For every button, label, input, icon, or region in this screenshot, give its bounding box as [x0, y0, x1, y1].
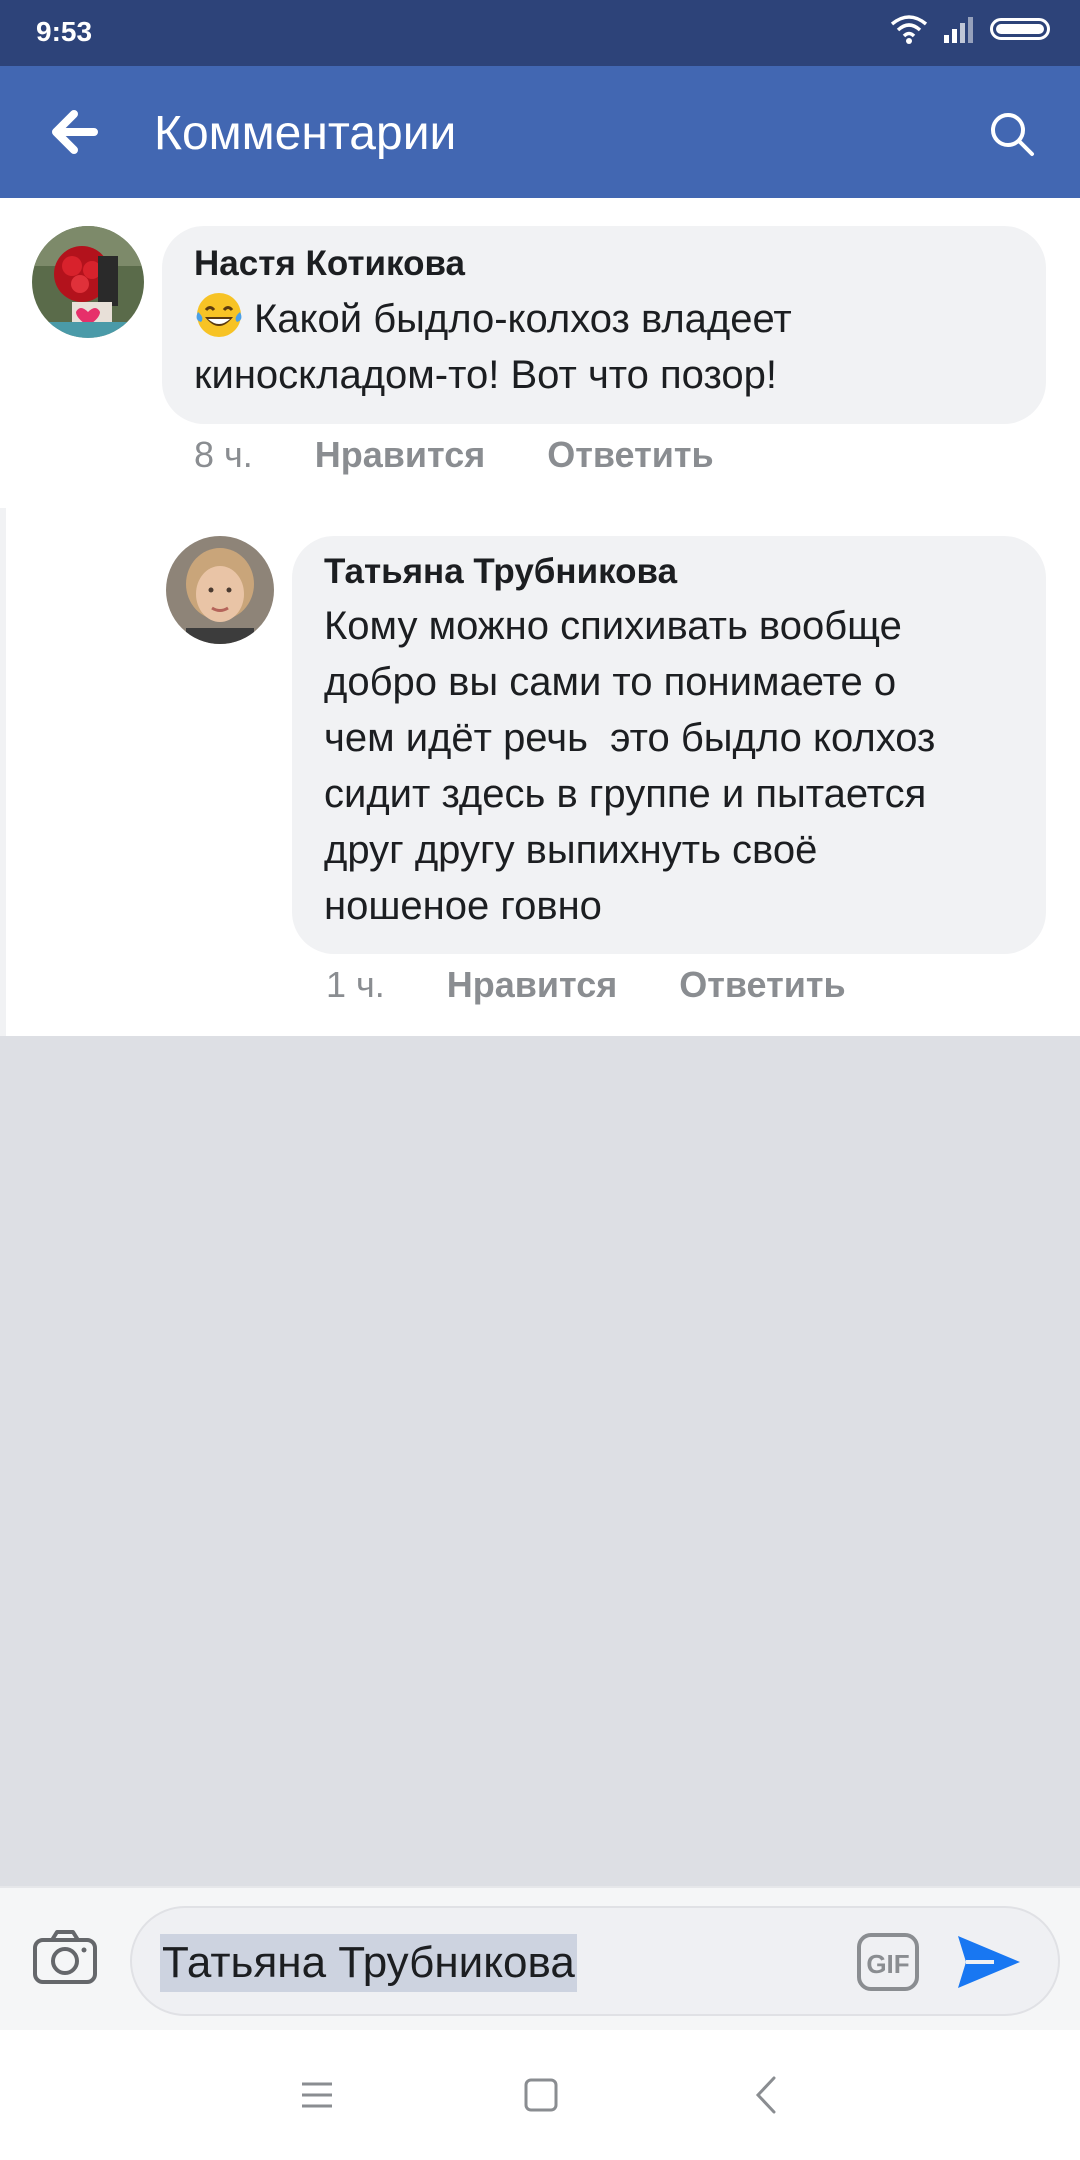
like-button[interactable]: Нравится [315, 434, 485, 476]
comment-text-content: Какой быдло-колхоз владеет киноскладом-т… [194, 297, 792, 397]
comment-input[interactable]: Татьяна Трубникова GIF [130, 1906, 1060, 2016]
search-button[interactable] [984, 106, 1040, 162]
send-icon [958, 1936, 1020, 1988]
camera-button[interactable] [32, 1928, 98, 1986]
signal-icon [944, 17, 973, 43]
app-bar: Комментарии [0, 66, 1080, 198]
comment-bubble: Настя Котикова Какой быдло-колхоз владее… [162, 226, 1046, 424]
reply-button[interactable]: Ответить [679, 964, 845, 1006]
comments-list: Настя Котикова Какой быдло-колхоз владее… [0, 198, 1080, 1036]
comment-time: 1 ч. [326, 964, 385, 1005]
comment-line: сидит здесь в группе и пытается [324, 772, 927, 816]
camera-icon [33, 1930, 97, 1984]
comment-time: 8 ч. [194, 434, 253, 475]
page-title: Комментарии [154, 107, 457, 160]
comment-line: добро вы сами то понимаете о [324, 660, 897, 704]
reply-button[interactable]: Ответить [547, 434, 713, 476]
chevron-left-icon [755, 2076, 776, 2114]
comment-line: чем идёт речь это быдло колхоз [324, 716, 936, 760]
gif-button[interactable]: GIF [856, 1932, 920, 1992]
wifi-icon [890, 15, 928, 44]
search-icon [991, 113, 1034, 156]
comment-line: Кому можно спихивать вообще [324, 604, 902, 648]
comment-author[interactable]: Татьяна Трубникова [324, 552, 1014, 592]
comment-composer: Татьяна Трубникова GIF [0, 1886, 1080, 2032]
send-button[interactable] [954, 1930, 1024, 1994]
laughing-tears-emoji-icon [196, 293, 242, 337]
status-icons [890, 14, 1050, 44]
reply-thread-line [0, 508, 6, 1036]
back-button[interactable] [44, 102, 108, 162]
comment-meta: 1 ч. Нравится Ответить [326, 964, 846, 1006]
menu-nav-button[interactable] [292, 2070, 342, 2120]
system-nav-bar [0, 2030, 1080, 2160]
battery-icon [990, 18, 1050, 40]
gif-label: GIF [866, 1949, 909, 1979]
comment-line: друг другу выпихнуть своё [324, 828, 818, 872]
status-bar: 9:53 [0, 0, 1080, 66]
gif-icon: GIF [857, 1933, 919, 1991]
square-icon [524, 2078, 558, 2112]
back-nav-button[interactable] [742, 2070, 792, 2120]
comment-text: Какой быдло-колхоз владеет киноскладом-т… [194, 290, 1014, 403]
comment-line: ношеное говно [324, 884, 602, 928]
comment-input-value[interactable]: Татьяна Трубникова [160, 1934, 577, 1992]
comment-text: Кому можно спихивать вообще добро вы сам… [324, 598, 1014, 934]
like-button[interactable]: Нравится [447, 964, 617, 1006]
avatar[interactable] [32, 226, 144, 338]
comment-author[interactable]: Настя Котикова [194, 244, 1014, 284]
avatar[interactable] [166, 536, 274, 644]
home-nav-button[interactable] [516, 2070, 566, 2120]
status-time: 9:53 [36, 16, 93, 47]
menu-icon [302, 2082, 332, 2108]
arrow-left-icon [52, 110, 98, 154]
comment-meta: 8 ч. Нравится Ответить [194, 434, 714, 476]
comment-bubble: Татьяна Трубникова Кому можно спихивать … [292, 536, 1046, 954]
